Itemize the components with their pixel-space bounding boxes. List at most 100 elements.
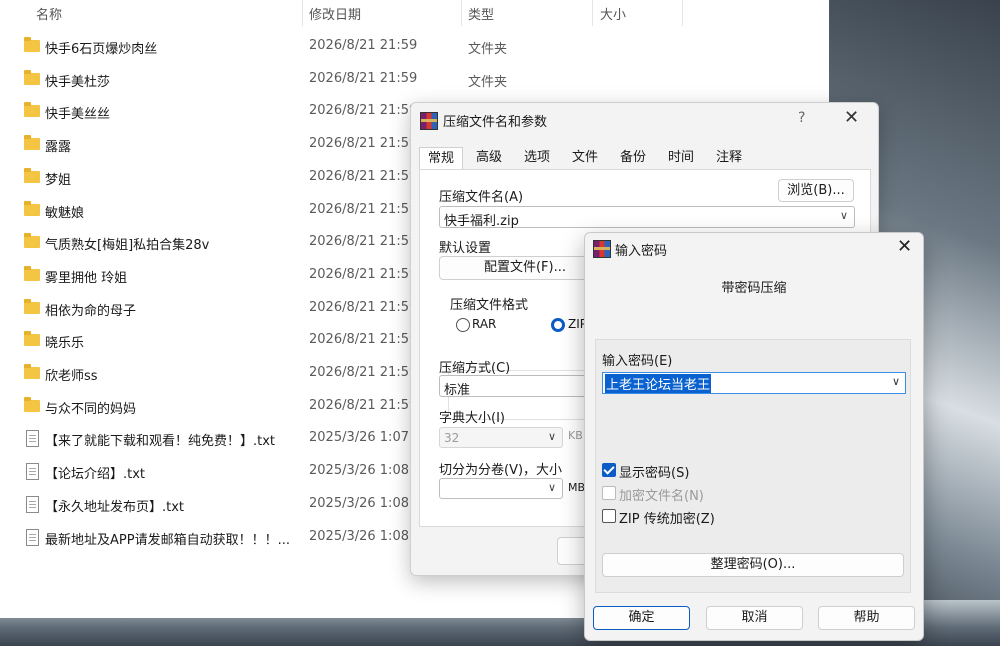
archive-name-label: 压缩文件名(A) bbox=[439, 190, 524, 205]
column-divider[interactable] bbox=[592, 0, 593, 26]
zip-legacy-checkbox[interactable] bbox=[602, 509, 616, 523]
ok-button[interactable]: 确定 bbox=[593, 606, 690, 630]
folder-icon bbox=[24, 397, 40, 412]
tab-backup[interactable]: 备份 bbox=[613, 147, 653, 169]
dialog-title: 压缩文件名和参数 bbox=[443, 115, 548, 130]
file-name: 【论坛介绍】.txt bbox=[45, 467, 146, 482]
tab-files[interactable]: 文件 bbox=[565, 147, 605, 169]
folder-icon bbox=[24, 102, 40, 117]
password-input[interactable]: 上老王论坛当老王 ∨ bbox=[602, 372, 906, 394]
file-name: 敏魅娘 bbox=[45, 206, 85, 221]
cancel-button[interactable]: 取消 bbox=[706, 606, 803, 630]
format-label: 压缩文件格式 bbox=[448, 294, 531, 313]
tab-advanced[interactable]: 高级 bbox=[469, 147, 509, 169]
file-type: 文件夹 bbox=[468, 75, 508, 90]
file-date: 2026/8/21 21:59 bbox=[309, 71, 418, 86]
chevron-down-icon[interactable]: ∨ bbox=[840, 209, 848, 222]
column-divider[interactable] bbox=[682, 0, 683, 26]
file-name: 相依为命的母子 bbox=[45, 304, 137, 319]
dict-size-value: 32 bbox=[444, 431, 460, 445]
file-date: 2026/8/21 21:59 bbox=[309, 103, 418, 118]
file-date: 2025/3/26 1:08 bbox=[309, 496, 409, 511]
column-divider[interactable] bbox=[302, 0, 303, 26]
file-date: 2026/8/21 21:59 bbox=[309, 234, 418, 249]
file-name: 快手6石页爆炒肉丝 bbox=[45, 42, 158, 57]
column-name[interactable]: 名称 bbox=[36, 4, 62, 23]
file-date: 2026/8/21 21:59 bbox=[309, 300, 418, 315]
chevron-down-icon: ∨ bbox=[547, 430, 556, 443]
folder-icon bbox=[24, 168, 40, 183]
file-name: 快手美丝丝 bbox=[45, 107, 111, 122]
text-file-icon bbox=[26, 496, 39, 513]
folder-icon bbox=[24, 299, 40, 314]
file-date: 2026/8/21 21:59 bbox=[309, 332, 418, 347]
file-name: 欣老师ss bbox=[45, 369, 98, 384]
zip-legacy-label[interactable]: ZIP 传统加密(Z) bbox=[619, 508, 715, 527]
file-date: 2026/8/21 21:59 bbox=[309, 398, 418, 413]
dict-size-combo: 32 ∨ bbox=[439, 427, 563, 448]
file-name: 【永久地址发布页】.txt bbox=[45, 500, 185, 515]
tab-general[interactable]: 常规 bbox=[419, 147, 463, 170]
chevron-down-icon[interactable]: ∨ bbox=[892, 375, 900, 388]
file-name: 晓乐乐 bbox=[45, 336, 85, 351]
tab-comment[interactable]: 注释 bbox=[709, 147, 749, 169]
dict-size-label: 字典大小(I) bbox=[439, 411, 505, 426]
file-date: 2025/3/26 1:08 bbox=[309, 529, 409, 544]
password-dialog: 输入密码 ✕ 带密码压缩 输入密码(E) 上老王论坛当老王 ∨ 显示密码(S) … bbox=[584, 232, 924, 641]
dialog-titlebar[interactable]: 压缩文件名和参数 ? ✕ bbox=[411, 103, 878, 137]
encrypt-names-checkbox bbox=[602, 486, 616, 500]
file-name: 露露 bbox=[45, 140, 72, 155]
dict-size-unit: KB bbox=[568, 429, 583, 442]
column-date[interactable]: 修改日期 bbox=[309, 4, 361, 23]
file-type: 文件夹 bbox=[468, 42, 508, 57]
method-value: 标准 bbox=[444, 383, 471, 398]
file-date: 2026/8/21 21:59 bbox=[309, 136, 418, 151]
show-password-label[interactable]: 显示密码(S) bbox=[619, 462, 689, 481]
organize-passwords-button[interactable]: 整理密码(O)... bbox=[602, 553, 904, 577]
text-file-icon bbox=[26, 463, 39, 480]
browse-button[interactable]: 浏览(B)... bbox=[778, 179, 854, 202]
method-combo[interactable]: 标准 bbox=[439, 375, 591, 398]
show-password-checkbox[interactable] bbox=[602, 463, 616, 477]
column-type[interactable]: 类型 bbox=[468, 4, 494, 23]
list-item[interactable]: 快手6石页爆炒肉丝 2026/8/21 21:59 文件夹 bbox=[0, 31, 829, 63]
archive-name-combo[interactable]: 快手福利.zip ∨ bbox=[439, 206, 855, 229]
tab-time[interactable]: 时间 bbox=[661, 147, 701, 169]
winrar-icon bbox=[593, 240, 611, 258]
split-volume-label: 切分为分卷(V)，大小 bbox=[439, 463, 563, 478]
format-rar-radio[interactable] bbox=[456, 318, 470, 332]
column-divider[interactable] bbox=[461, 0, 462, 26]
split-volume-unit: MB bbox=[568, 481, 586, 494]
file-date: 2025/3/26 1:08 bbox=[309, 463, 409, 478]
file-name: 【来了就能下载和观看！纯免费！】.txt bbox=[45, 434, 276, 449]
tab-options[interactable]: 选项 bbox=[517, 147, 557, 169]
chevron-down-icon[interactable]: ∨ bbox=[548, 481, 556, 494]
help-icon[interactable]: ? bbox=[798, 110, 805, 126]
encrypt-names-label: 加密文件名(N) bbox=[619, 489, 704, 504]
folder-icon bbox=[24, 135, 40, 150]
column-size[interactable]: 大小 bbox=[600, 4, 626, 23]
split-volume-combo[interactable]: ∨ bbox=[439, 478, 563, 499]
folder-icon bbox=[24, 201, 40, 216]
list-item[interactable]: 快手美杜莎 2026/8/21 21:59 文件夹 bbox=[0, 64, 829, 96]
folder-icon bbox=[24, 266, 40, 281]
dialog-subtitle: 带密码压缩 bbox=[721, 281, 787, 296]
file-name: 与众不同的妈妈 bbox=[45, 402, 137, 417]
close-icon[interactable]: ✕ bbox=[844, 107, 859, 128]
file-date: 2025/3/26 1:07 bbox=[309, 430, 409, 445]
folder-icon bbox=[24, 331, 40, 346]
close-icon[interactable]: ✕ bbox=[897, 236, 912, 257]
file-date: 2026/8/21 21:59 bbox=[309, 365, 418, 380]
file-date: 2026/8/21 21:59 bbox=[309, 267, 418, 282]
format-zip-radio[interactable] bbox=[551, 318, 565, 332]
sort-chevron-icon: ^ bbox=[160, 0, 170, 7]
password-label: 输入密码(E) bbox=[602, 354, 673, 369]
method-label: 压缩方式(C) bbox=[439, 361, 511, 376]
file-name: 快手美杜莎 bbox=[45, 75, 111, 90]
text-file-icon bbox=[26, 430, 39, 447]
format-rar-label[interactable]: RAR bbox=[472, 317, 496, 331]
file-date: 2026/8/21 21:59 bbox=[309, 202, 418, 217]
archive-name-value: 快手福利.zip bbox=[444, 214, 519, 229]
help-button[interactable]: 帮助 bbox=[818, 606, 915, 630]
file-name: 梦姐 bbox=[45, 173, 72, 188]
